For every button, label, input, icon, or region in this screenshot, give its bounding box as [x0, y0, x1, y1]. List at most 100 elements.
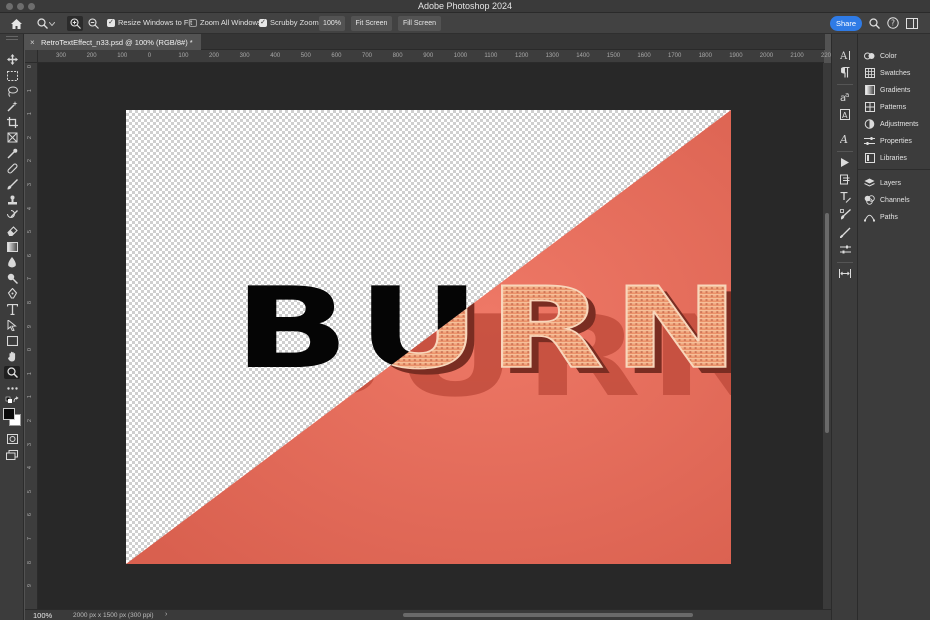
ruler-tick-label: 5: [27, 230, 33, 234]
zoom-out-icon[interactable]: [85, 16, 101, 31]
dodge-tool-icon[interactable]: [4, 272, 20, 285]
svg-text:A: A: [842, 111, 848, 120]
ruler-tick-label: 4: [27, 206, 33, 210]
svg-text:?: ?: [891, 19, 895, 28]
adjustments-icon: [864, 119, 875, 130]
ruler-tick-label: 3: [27, 442, 33, 446]
ruler-tick-label: 1500: [606, 53, 621, 59]
panel-item-libraries[interactable]: Libraries: [864, 151, 930, 165]
type-tool-icon[interactable]: [4, 303, 20, 316]
ruler-tick-label: 0: [27, 65, 33, 69]
panel-item-adjustments[interactable]: Adjustments: [864, 117, 930, 131]
home-icon[interactable]: [8, 16, 24, 31]
svg-text:a: a: [845, 91, 849, 99]
document-info: 2000 px x 1500 px (300 ppi): [73, 612, 154, 619]
magic-wand-tool-icon[interactable]: [4, 100, 20, 113]
vertical-scrollbar[interactable]: [823, 63, 831, 609]
share-button[interactable]: Share: [830, 16, 862, 31]
healing-brush-tool-icon[interactable]: [4, 162, 20, 175]
fit-screen-button[interactable]: Fit Screen: [351, 16, 392, 31]
help-icon[interactable]: ?: [886, 16, 900, 30]
brush-tool-icon[interactable]: [4, 178, 20, 191]
clone-stamp-tool-icon[interactable]: [4, 194, 20, 207]
zoom-all-windows-checkbox[interactable]: [189, 19, 197, 27]
document-canvas[interactable]: BURN BURN BURN BURN: [126, 110, 731, 564]
panel-item-swatches[interactable]: Swatches: [864, 66, 930, 80]
panel-item-color[interactable]: Color: [864, 49, 930, 63]
character-styles-icon[interactable]: A: [838, 108, 852, 121]
close-tab-icon[interactable]: ×: [30, 38, 35, 47]
ruler-origin[interactable]: [25, 50, 38, 63]
toolbar-grip[interactable]: [6, 36, 18, 40]
path-selection-tool-icon[interactable]: [4, 319, 20, 332]
lasso-tool-icon[interactable]: [4, 85, 20, 98]
ruler-tick-label: 100: [117, 53, 128, 59]
glyphs-panel-icon[interactable]: aa: [838, 90, 852, 103]
ruler-tick-label: 7: [27, 537, 33, 541]
move-tool-icon[interactable]: [4, 53, 20, 66]
frame-tool-icon[interactable]: [4, 131, 20, 144]
measurement-icon[interactable]: [838, 267, 852, 280]
canvas-artwork: BURN BURN BURN BURN: [126, 110, 731, 564]
tool-presets-icon[interactable]: [838, 243, 852, 256]
more-tools-icon[interactable]: [4, 382, 20, 395]
scrubby-zoom-checkbox[interactable]: ✓: [259, 19, 267, 27]
ruler-tick-label: 500: [300, 53, 311, 59]
type-on-path-icon[interactable]: [838, 191, 852, 204]
libraries-icon: [864, 153, 875, 164]
brushes-panel-icon[interactable]: [838, 208, 852, 221]
foreground-color-swatch[interactable]: [3, 408, 15, 420]
search-icon[interactable]: [867, 16, 881, 30]
rectangle-tool-icon[interactable]: [4, 334, 20, 347]
panel-item-patterns[interactable]: Patterns: [864, 100, 930, 114]
zoom-in-icon[interactable]: [67, 16, 83, 31]
paragraph-panel-icon[interactable]: [838, 66, 852, 79]
fill-screen-button[interactable]: Fill Screen: [398, 16, 441, 31]
chevron-right-icon[interactable]: ›: [165, 611, 167, 618]
blur-tool-icon[interactable]: [4, 256, 20, 269]
quick-mask-icon[interactable]: [4, 432, 20, 445]
panel-item-paths[interactable]: Paths: [864, 210, 930, 224]
zoom-100-button[interactable]: 100%: [319, 16, 345, 31]
ruler-tick-label: 800: [392, 53, 403, 59]
ruler-tick-label: 9: [27, 584, 33, 588]
horizontal-ruler[interactable]: 300 200 100 0 100 200 300 400 500 600 700 800 900 100…: [38, 50, 831, 63]
zoom-level-field[interactable]: 100%: [33, 611, 52, 620]
hand-tool-icon[interactable]: [4, 350, 20, 363]
workspace-icon[interactable]: [905, 16, 919, 30]
crop-tool-icon[interactable]: [4, 116, 20, 129]
layers-icon: [864, 178, 875, 189]
gradient-tool-icon[interactable]: [4, 240, 20, 253]
opentype-panel-icon[interactable]: A: [838, 132, 852, 145]
vertical-ruler[interactable]: 0 1 1 2 2 3 4 5 6 7 8 9 0 1 1 2 3 4 5 6 7 8 9: [25, 63, 38, 609]
pasteboard[interactable]: BURN BURN BURN BURN: [38, 63, 823, 609]
panel-item-gradients[interactable]: Gradients: [864, 83, 930, 97]
ruler-tick-label: 1000: [453, 53, 468, 59]
ruler-tick-label: 9: [27, 324, 33, 328]
panel-item-properties[interactable]: Properties: [864, 134, 930, 148]
eyedropper-tool-icon[interactable]: [4, 147, 20, 160]
vertical-scroll-thumb[interactable]: [825, 213, 829, 433]
marquee-tool-icon[interactable]: [4, 69, 20, 82]
panel-item-channels[interactable]: Channels: [864, 193, 930, 207]
horizontal-scroll-thumb[interactable]: [403, 613, 693, 617]
ruler-tick-label: 1900: [729, 53, 743, 59]
document-tab[interactable]: × RetroTextEffect_n33.psd @ 100% (RGB/8#…: [25, 34, 201, 50]
ruler-tick-label: 1: [27, 112, 33, 116]
eraser-tool-icon[interactable]: [4, 224, 20, 237]
play-actions-icon[interactable]: [838, 156, 852, 169]
color-icon: [864, 51, 875, 62]
screen-mode-icon[interactable]: [4, 448, 20, 461]
history-panel-icon[interactable]: [838, 173, 852, 186]
panel-item-layers[interactable]: Layers: [864, 176, 930, 190]
brush-settings-icon[interactable]: [838, 226, 852, 239]
channels-icon: [864, 195, 875, 206]
resize-windows-checkbox[interactable]: ✓: [107, 19, 115, 27]
zoom-tool-icon[interactable]: [4, 366, 20, 379]
history-brush-tool-icon[interactable]: [4, 209, 20, 222]
swap-colors-icon[interactable]: [4, 395, 20, 405]
chevron-down-icon[interactable]: [47, 16, 57, 31]
patterns-icon: [864, 102, 875, 113]
pen-tool-icon[interactable]: [4, 287, 20, 300]
character-panel-icon[interactable]: A: [838, 49, 852, 62]
